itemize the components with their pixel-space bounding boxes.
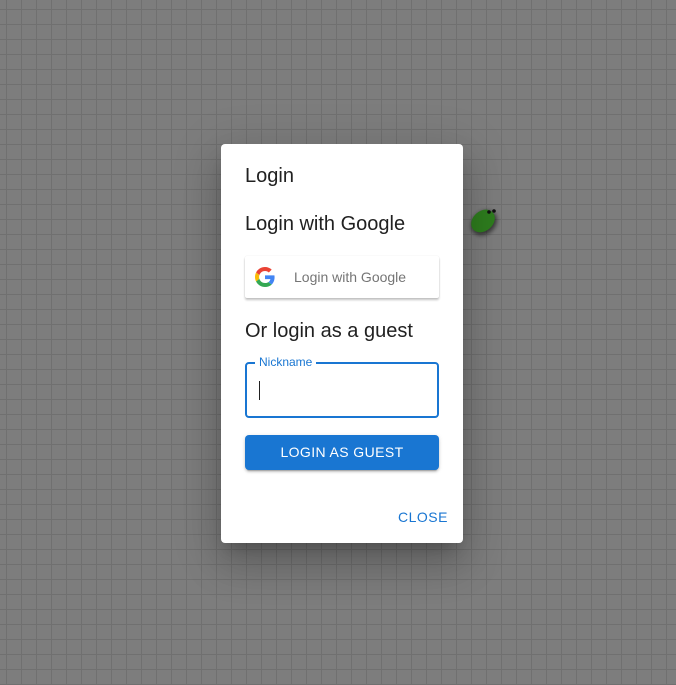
login-dialog: Login Login with Google Login with Googl… [221,144,463,543]
google-login-label: Login with Google [294,269,407,285]
snake-player [471,209,497,236]
google-g-icon [255,267,275,287]
nickname-input[interactable] [247,364,437,416]
close-button[interactable]: CLOSE [392,506,454,528]
nickname-field[interactable]: Nickname [245,355,439,418]
login-as-guest-button[interactable]: LOGIN AS GUEST [245,435,439,470]
google-login-button[interactable]: Login with Google [245,256,439,298]
text-caret [259,381,260,400]
google-login-heading: Login with Google [245,213,406,235]
guest-login-heading: Or login as a guest [245,320,413,342]
dialog-title: Login [245,165,294,187]
